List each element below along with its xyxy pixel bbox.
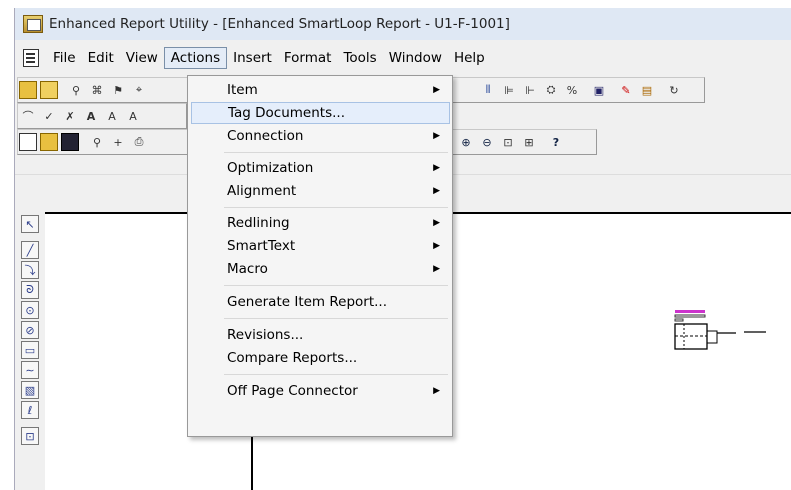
menu-format[interactable]: Format [278, 47, 338, 69]
menu-item-macro[interactable]: Macro ▶ [191, 258, 450, 280]
align-right-icon[interactable]: ⊩ [521, 81, 539, 99]
arc-tool-icon[interactable]: ⤵ [21, 261, 39, 279]
menu-item-item[interactable]: Item ▶ [191, 79, 450, 101]
font-a-icon[interactable]: A [82, 107, 100, 125]
circle-tool-icon[interactable]: ⊙ [21, 301, 39, 319]
instrument-symbol[interactable] [674, 309, 784, 359]
line-tool-icon[interactable]: ╱ [21, 241, 39, 259]
menu-item-revisions[interactable]: Revisions... [191, 324, 450, 346]
curve-tool-icon[interactable]: ∼ [21, 361, 39, 379]
menu-item-redlining[interactable]: Redlining ▶ [191, 212, 450, 234]
align-left-icon[interactable]: ⊫ [500, 81, 518, 99]
menu-separator [224, 374, 448, 375]
actions-dropdown-menu: Item ▶ Tag Documents... Connection ▶ Optim… [187, 75, 453, 437]
app-window: Enhanced Report Utility - [Enhanced Smar… [14, 8, 791, 490]
add-icon[interactable]: + [109, 133, 127, 151]
menu-insert[interactable]: Insert [227, 47, 278, 69]
menu-item-tag-documents[interactable]: Tag Documents... [191, 102, 450, 124]
tool-icon[interactable]: ⌖ [130, 81, 148, 99]
menu-item-optimization[interactable]: Optimization ▶ [191, 157, 450, 179]
document-icon[interactable] [23, 49, 39, 67]
menu-edit[interactable]: Edit [82, 47, 120, 69]
tag-icon[interactable]: ⚑ [109, 81, 127, 99]
menu-item-compare-reports[interactable]: Compare Reports... [191, 347, 450, 369]
pencil-icon[interactable]: ✎ [617, 81, 635, 99]
text-tool-icon[interactable]: ✓ [40, 107, 58, 125]
menu-item-connection[interactable]: Connection ▶ [191, 125, 450, 147]
toolbar-row-3-buttons: ⚲ + ⎙ [15, 129, 151, 155]
submenu-arrow-icon: ▶ [433, 163, 440, 173]
submenu-arrow-icon: ▶ [433, 131, 440, 141]
folder-icon[interactable] [40, 81, 58, 99]
note-icon[interactable]: ▣ [590, 81, 608, 99]
zoom-tool-icon[interactable]: ⚲ [88, 133, 106, 151]
font-style-icon[interactable]: A [103, 107, 121, 125]
open-folder-icon[interactable] [19, 81, 37, 99]
select-pointer-icon[interactable]: ↖ [21, 215, 39, 233]
menu-item-smarttext[interactable]: SmartText ▶ [191, 235, 450, 257]
insert-tool-icon[interactable]: ⊡ [21, 427, 39, 445]
submenu-arrow-icon: ▶ [433, 241, 440, 251]
title-bar: Enhanced Report Utility - [Enhanced Smar… [15, 8, 791, 40]
zoom-in-icon[interactable]: ⊕ [457, 133, 475, 151]
menu-separator [224, 207, 448, 208]
print-icon[interactable]: ⎙ [130, 133, 148, 151]
toolbar-row-2-buttons: ⌒ ✓ ✗ A A A [15, 103, 145, 129]
polyline-tool-icon[interactable]: ᘐ [21, 281, 39, 299]
menu-file[interactable]: File [47, 47, 82, 69]
help-pointer-icon[interactable]: ? [547, 133, 565, 151]
menu-item-alignment[interactable]: Alignment ▶ [191, 180, 450, 202]
save-icon[interactable] [61, 133, 79, 151]
menu-bar: File Edit View Actions Insert Format Too… [15, 46, 791, 70]
menu-window[interactable]: Window [383, 47, 448, 69]
new-file-icon[interactable] [19, 133, 37, 151]
submenu-arrow-icon: ▶ [433, 218, 440, 228]
submenu-arrow-icon: ▶ [433, 85, 440, 95]
toolbar-row-1-buttons: ⚲ ⌘ ⚑ ⌖ [15, 77, 151, 103]
group-icon[interactable]: ⛭ [542, 81, 560, 99]
menu-separator [224, 152, 448, 153]
menu-separator [224, 285, 448, 286]
menu-actions[interactable]: Actions [163, 47, 228, 69]
refresh-icon[interactable]: ↻ [665, 81, 683, 99]
strike-icon[interactable]: ✗ [61, 107, 79, 125]
open-file-icon[interactable] [40, 133, 58, 151]
window-title: Enhanced Report Utility - [Enhanced Smar… [49, 16, 510, 32]
lasso-icon[interactable]: ⌒ [19, 107, 37, 125]
ellipse-tool-icon[interactable]: ⊘ [21, 321, 39, 339]
submenu-arrow-icon: ▶ [433, 386, 440, 396]
find-icon[interactable]: ⌘ [88, 81, 106, 99]
freehand-tool-icon[interactable]: ℓ [21, 401, 39, 419]
toolbar-row-1-right: ⫴ ⊫ ⊩ ⛭ % ▣ ✎ ▤ ↻ [475, 77, 686, 103]
percent-icon[interactable]: % [563, 81, 581, 99]
drawing-toolbox: ↖ ╱ ⤵ ᘐ ⊙ ⊘ ▭ ∼ ▧ ℓ ⊡ [19, 213, 41, 490]
submenu-arrow-icon: ▶ [433, 264, 440, 274]
menu-item-off-page-connector[interactable]: Off Page Connector ▶ [191, 380, 450, 402]
menu-view[interactable]: View [120, 47, 164, 69]
app-icon [23, 15, 43, 33]
menu-separator [224, 318, 448, 319]
zoom-window-icon[interactable]: ⊞ [520, 133, 538, 151]
align-icon[interactable]: ⫴ [479, 81, 497, 99]
rectangle-tool-icon[interactable]: ▭ [21, 341, 39, 359]
book-icon[interactable]: ▤ [638, 81, 656, 99]
menu-tools[interactable]: Tools [337, 47, 382, 69]
toolbar-row-3-right: ⊕ ⊖ ⊡ ⊞ ? [453, 129, 568, 155]
zoom-fit-icon[interactable]: ⊡ [499, 133, 517, 151]
menu-item-generate-item-report[interactable]: Generate Item Report... [191, 291, 450, 313]
submenu-arrow-icon: ▶ [433, 186, 440, 196]
menu-help[interactable]: Help [448, 47, 491, 69]
font-clear-icon[interactable]: A [124, 107, 142, 125]
binoculars-icon[interactable]: ⚲ [67, 81, 85, 99]
zoom-out-icon[interactable]: ⊖ [478, 133, 496, 151]
fill-tool-icon[interactable]: ▧ [21, 381, 39, 399]
